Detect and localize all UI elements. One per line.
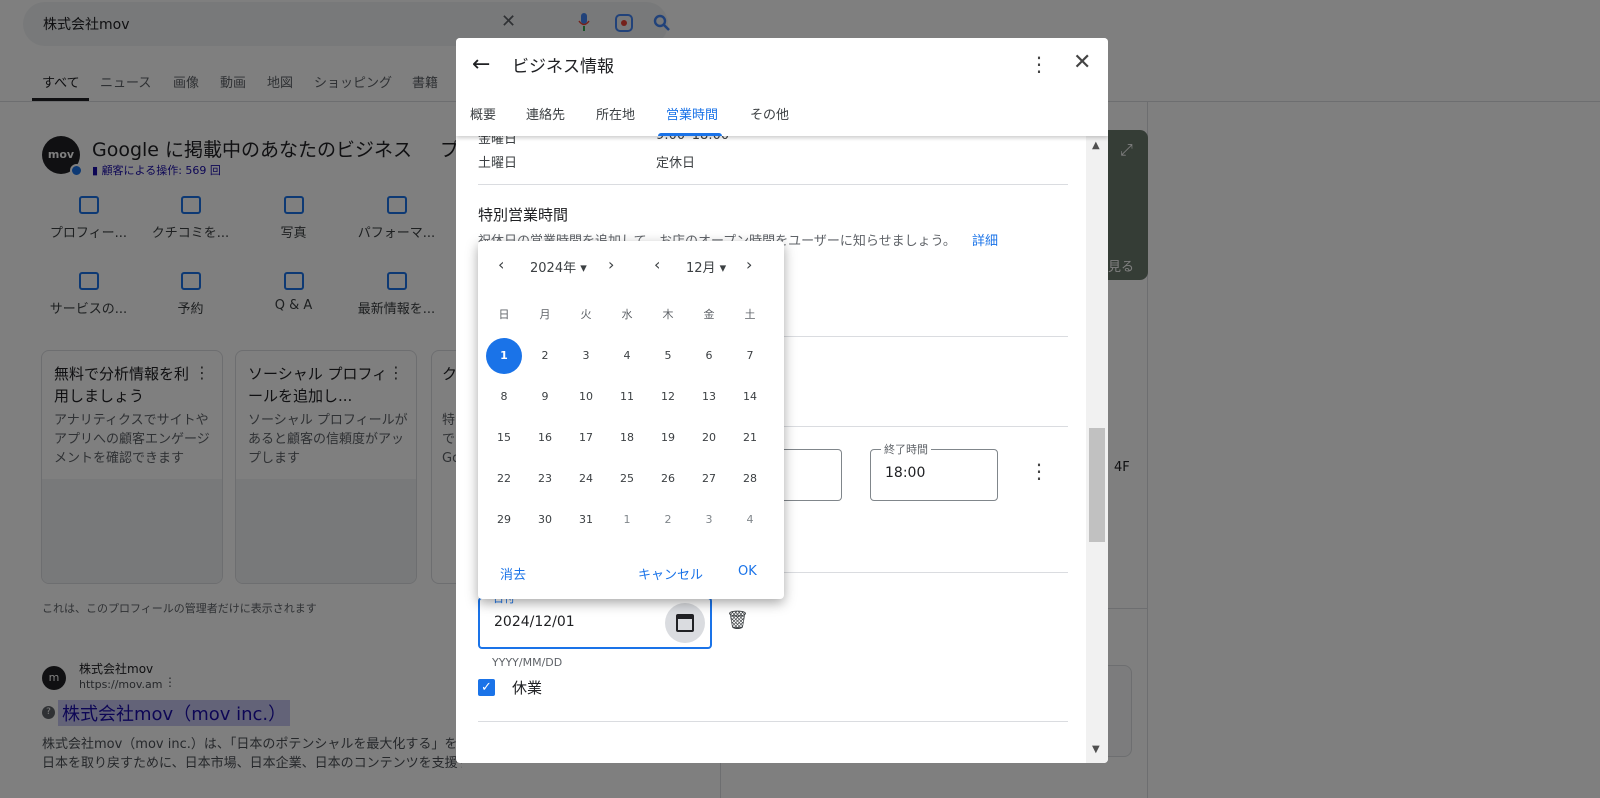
scroll-down-arrow[interactable]: ▼ (1092, 744, 1100, 755)
calendar-day[interactable]: 26 (650, 461, 686, 497)
prev-year-icon[interactable]: ‹ (498, 255, 504, 274)
calendar-day[interactable]: 11 (609, 379, 645, 415)
year-value: 2024年 (530, 261, 577, 276)
details-link[interactable]: 詳細 (972, 230, 998, 249)
divider (478, 184, 1068, 185)
calendar-day[interactable]: 5 (650, 338, 686, 374)
calendar-day[interactable]: 1 (486, 338, 522, 374)
delete-icon[interactable]: 🗑 (726, 610, 749, 631)
calendar-day[interactable]: 8 (486, 379, 522, 415)
weekday-label: 土曜日 (478, 156, 518, 171)
clear-button[interactable]: 消去 (500, 564, 526, 583)
calendar-day[interactable]: 23 (527, 461, 563, 497)
calendar-day[interactable]: 17 (568, 420, 604, 456)
weekday-hours: 定休日 (656, 156, 696, 171)
calendar-day[interactable]: 16 (527, 420, 563, 456)
next-year-icon[interactable]: › (608, 255, 614, 274)
dialog-title: ビジネス情報 (512, 57, 614, 77)
more-vert-icon[interactable]: ⋮ (1029, 52, 1049, 76)
close-icon[interactable]: ✕ (1073, 50, 1091, 75)
month-select[interactable]: 12月 ▾ (686, 257, 726, 276)
dialog-scrollbar[interactable]: ▲ ▼ (1086, 136, 1108, 763)
end-time-value[interactable]: 18:00 (885, 465, 925, 481)
divider (478, 721, 1068, 722)
calendar-day[interactable]: 6 (691, 338, 727, 374)
weekday-header: 金 (703, 308, 715, 321)
dialog-header: ← ビジネス情報 ⋮ ✕ 概要 連絡先 所在地 営業時間 その他 (456, 38, 1108, 136)
tab-more[interactable]: その他 (750, 104, 789, 123)
active-tab-indicator (658, 133, 722, 136)
calendar-day[interactable]: 22 (486, 461, 522, 497)
cancel-button[interactable]: キャンセル (638, 564, 703, 583)
end-time-field[interactable]: 終了時間 18:00 (870, 441, 998, 501)
calendar-day-other-month[interactable]: 1 (609, 502, 645, 538)
month-value: 12月 (686, 261, 716, 276)
tab-contact[interactable]: 連絡先 (526, 104, 565, 123)
date-value[interactable]: 2024/12/01 (494, 614, 575, 630)
calendar-day-other-month[interactable]: 3 (691, 502, 727, 538)
calendar-day[interactable]: 27 (691, 461, 727, 497)
calendar-day[interactable]: 15 (486, 420, 522, 456)
calendar-day[interactable]: 30 (527, 502, 563, 538)
date-field[interactable]: 日付* 2024/12/01 (478, 590, 712, 649)
calendar-icon (676, 614, 694, 632)
calendar-day[interactable]: 13 (691, 379, 727, 415)
back-arrow-icon[interactable]: ← (472, 52, 490, 77)
closed-checkbox[interactable]: ✓ (478, 679, 495, 696)
calendar-day[interactable]: 10 (568, 379, 604, 415)
calendar-day[interactable]: 14 (732, 379, 768, 415)
calendar-button[interactable] (665, 603, 705, 643)
weekday-header: 日 (498, 308, 510, 321)
calendar-day[interactable]: 4 (609, 338, 645, 374)
calendar-day-other-month[interactable]: 2 (650, 502, 686, 538)
scrollbar-thumb[interactable] (1089, 428, 1105, 542)
next-month-icon[interactable]: › (746, 255, 752, 274)
special-hours-heading: 特別営業時間 (478, 206, 569, 224)
calendar-day[interactable]: 9 (527, 379, 563, 415)
tab-location[interactable]: 所在地 (596, 104, 635, 123)
calendar-day[interactable]: 31 (568, 502, 604, 538)
calendar-day[interactable]: 12 (650, 379, 686, 415)
date-format-hint: YYYY/MM/DD (492, 656, 563, 669)
prev-month-icon[interactable]: ‹ (654, 255, 660, 274)
field-label: 終了時間 (881, 441, 931, 457)
ok-button[interactable]: OK (738, 564, 757, 579)
weekday-header: 月 (539, 308, 551, 321)
calendar-day[interactable]: 3 (568, 338, 604, 374)
calendar-day[interactable]: 24 (568, 461, 604, 497)
weekday-header: 土 (744, 308, 756, 321)
more-vert-icon[interactable]: ⋮ (1029, 459, 1049, 483)
calendar-day[interactable]: 28 (732, 461, 768, 497)
calendar-day[interactable]: 20 (691, 420, 727, 456)
calendar-day[interactable]: 19 (650, 420, 686, 456)
calendar-day[interactable]: 29 (486, 502, 522, 538)
closed-label: 休業 (512, 679, 543, 697)
date-picker: ‹ 2024年 ▾ › ‹ 12月 ▾ › 日月火水木金土 1 2 3 4 5 6 7 8 9 10… (478, 241, 784, 599)
tab-hours[interactable]: 営業時間 (666, 104, 718, 123)
calendar-day[interactable]: 21 (732, 420, 768, 456)
calendar-day[interactable]: 25 (609, 461, 645, 497)
calendar-day[interactable]: 7 (732, 338, 768, 374)
calendar-day[interactable]: 2 (527, 338, 563, 374)
scroll-up-arrow[interactable]: ▲ (1092, 140, 1100, 151)
year-select[interactable]: 2024年 ▾ (530, 257, 587, 276)
calendar-day[interactable]: 18 (609, 420, 645, 456)
weekday-header: 水 (621, 308, 633, 321)
weekday-header: 木 (662, 308, 674, 321)
weekday-header: 火 (580, 308, 592, 321)
tab-overview[interactable]: 概要 (470, 104, 496, 123)
calendar-day-other-month[interactable]: 4 (732, 502, 768, 538)
